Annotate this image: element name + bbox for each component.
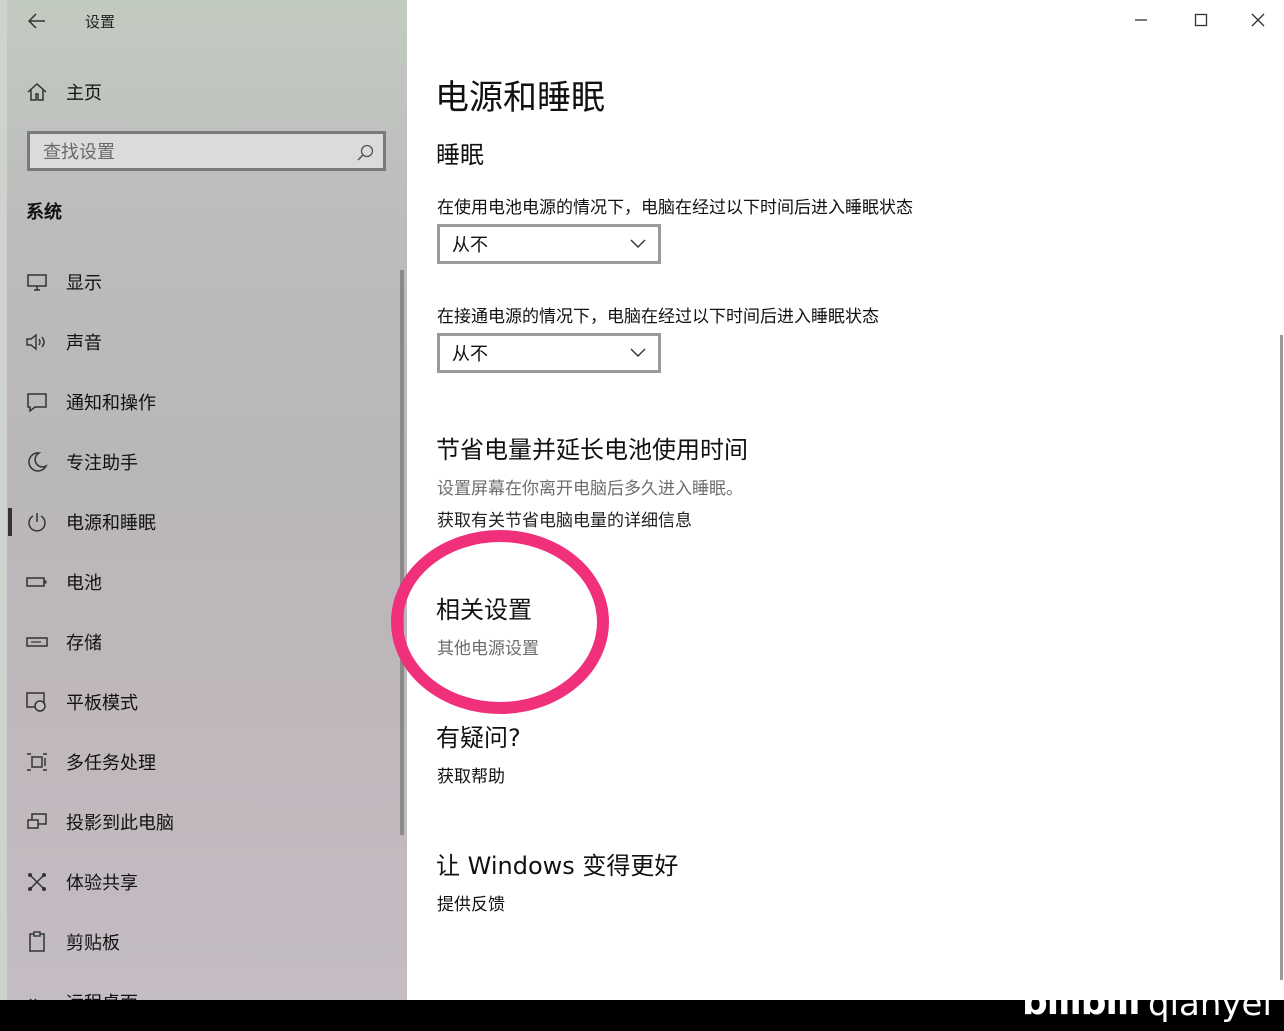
save-power-description: 设置屏幕在你离开电脑后多久进入睡眠。	[437, 479, 743, 499]
battery-sleep-dropdown[interactable]: 从不	[437, 224, 661, 264]
questions-heading: 有疑问?	[436, 724, 521, 752]
chevron-down-icon	[630, 348, 646, 357]
chevron-down-icon	[630, 239, 646, 248]
sidebar-item-multitasking[interactable]: 多任务处理	[0, 734, 400, 790]
search-placeholder: 查找设置	[43, 142, 115, 163]
get-help-link[interactable]: 获取帮助	[437, 762, 505, 787]
multitask-icon	[24, 749, 50, 775]
improve-windows-heading: 让 Windows 变得更好	[436, 852, 679, 880]
sidebar-item-remote-desktop[interactable]: 远程桌面	[0, 974, 400, 1000]
sidebar-item-label: 体验共享	[66, 873, 138, 894]
maximize-button[interactable]	[1185, 4, 1217, 36]
sidebar-item-focus-assist[interactable]: 专注助手	[0, 434, 400, 490]
sidebar-item-label: 显示	[66, 273, 102, 294]
watermark-text: qianyei	[1148, 984, 1272, 1024]
sidebar-item-label: 电源和睡眠	[66, 513, 156, 534]
settings-window: 设置 主页 查找设置 系统 显示 声音 通知和操作 专注助手 电源和睡眠 电池 …	[0, 0, 1284, 1000]
close-icon	[1251, 13, 1265, 27]
back-button[interactable]	[22, 6, 52, 36]
home-icon	[24, 79, 50, 105]
sidebar-item-power-sleep[interactable]: 电源和睡眠	[0, 494, 400, 550]
highlight-circle	[391, 530, 609, 714]
sidebar-home-label: 主页	[66, 83, 102, 104]
storage-icon	[24, 629, 50, 655]
sidebar-item-label: 多任务处理	[66, 753, 156, 774]
plugged-sleep-dropdown[interactable]: 从不	[437, 333, 661, 373]
tablet-mode-icon	[24, 689, 50, 715]
search-input[interactable]: 查找设置	[27, 131, 386, 171]
sidebar-item-tablet-mode[interactable]: 平板模式	[0, 674, 400, 730]
sidebar-item-label: 投影到此电脑	[66, 813, 174, 834]
sidebar-item-display[interactable]: 显示	[0, 254, 400, 310]
page-title: 电源和睡眠	[435, 78, 605, 118]
sidebar-item-notifications[interactable]: 通知和操作	[0, 374, 400, 430]
sidebar-item-label: 通知和操作	[66, 393, 156, 414]
clipboard-icon	[24, 929, 50, 955]
share-icon	[24, 869, 50, 895]
close-button[interactable]	[1242, 4, 1274, 36]
sidebar-home[interactable]: 主页	[0, 64, 400, 120]
battery-icon	[24, 569, 50, 595]
speaker-icon	[24, 329, 50, 355]
sidebar-item-label: 声音	[66, 333, 102, 354]
sidebar-item-label: 专注助手	[66, 453, 138, 474]
save-power-heading: 节省电量并延长电池使用时间	[436, 436, 748, 464]
display-icon	[24, 269, 50, 295]
project-icon	[24, 809, 50, 835]
give-feedback-link[interactable]: 提供反馈	[437, 890, 505, 915]
sidebar-item-label: 电池	[66, 573, 102, 594]
sidebar-item-label: 平板模式	[66, 693, 138, 714]
remote-desktop-icon	[24, 989, 50, 1000]
search-icon	[357, 144, 374, 161]
sidebar-item-clipboard[interactable]: 剪贴板	[0, 914, 400, 970]
power-icon	[24, 509, 50, 535]
dropdown-value: 从不	[452, 344, 488, 365]
main-scrollbar[interactable]	[1280, 335, 1283, 980]
window-title: 设置	[85, 13, 116, 31]
sidebar-item-label: 远程桌面	[66, 989, 138, 1000]
sidebar-item-battery[interactable]: 电池	[0, 554, 400, 610]
maximize-icon	[1194, 13, 1208, 27]
sidebar-item-label: 剪贴板	[66, 933, 120, 954]
back-arrow-icon	[28, 13, 45, 29]
sleep-heading: 睡眠	[436, 141, 484, 169]
battery-sleep-label: 在使用电池电源的情况下，电脑在经过以下时间后进入睡眠状态	[437, 198, 913, 218]
sidebar-item-storage[interactable]: 存储	[0, 614, 400, 670]
sidebar-item-shared-experiences[interactable]: 体验共享	[0, 854, 400, 910]
selected-indicator	[8, 508, 12, 536]
dropdown-value: 从不	[452, 235, 488, 256]
plugged-sleep-label: 在接通电源的情况下，电脑在经过以下时间后进入睡眠状态	[437, 307, 879, 327]
minimize-button[interactable]	[1125, 4, 1157, 36]
moon-icon	[24, 449, 50, 475]
sidebar-item-label: 存储	[66, 633, 102, 654]
sidebar-item-sound[interactable]: 声音	[0, 314, 400, 370]
bilibili-logo: bilibili	[1022, 982, 1141, 1023]
section-title: 系统	[26, 202, 62, 223]
notification-icon	[24, 389, 50, 415]
sidebar-item-project[interactable]: 投影到此电脑	[0, 794, 400, 850]
sidebar: 设置 主页 查找设置 系统 显示 声音 通知和操作 专注助手 电源和睡眠 电池 …	[0, 0, 407, 1000]
minimize-icon	[1135, 19, 1147, 21]
